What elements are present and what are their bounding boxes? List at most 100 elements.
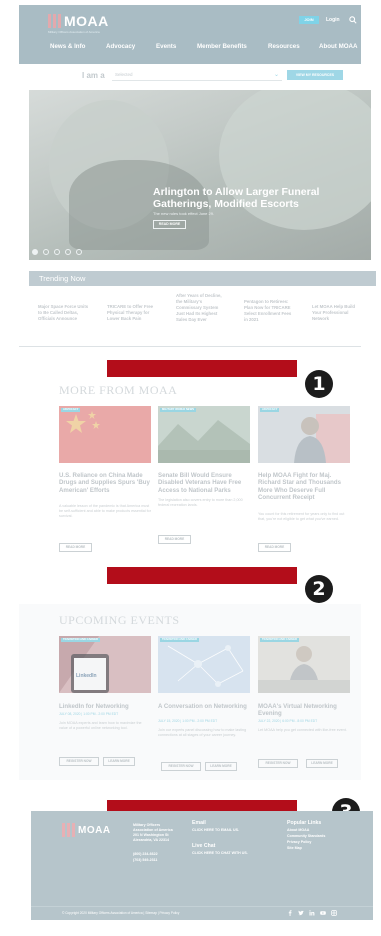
footer-logo-text: MOAA <box>78 824 111 836</box>
carousel-dot[interactable] <box>76 249 82 255</box>
read-more-button[interactable]: READ MORE <box>258 543 291 552</box>
register-now-button[interactable]: REGISTER NOW <box>59 757 99 766</box>
card-description: The legislation also covers entry to mor… <box>158 498 243 507</box>
card-description: A valuable lesson of the pandemic is tha… <box>59 504 151 518</box>
youtube-icon[interactable] <box>320 910 326 916</box>
persona-select-value: Selected <box>115 72 133 77</box>
twitter-icon[interactable] <box>298 910 304 916</box>
soldier-portrait-image[interactable] <box>258 406 350 463</box>
nav-item-events[interactable]: Events <box>156 43 176 50</box>
footer-email-link[interactable]: CLICK HERE TO EMAIL US. <box>192 828 239 833</box>
footer-link-community[interactable]: Community Standards <box>287 834 325 839</box>
main-nav: News & Info Advocacy Events Member Benef… <box>19 43 361 55</box>
carousel-dot[interactable] <box>54 249 60 255</box>
learn-more-button[interactable]: LEARN MORE <box>306 759 338 768</box>
card-description: You count for this retirement for years … <box>258 512 345 521</box>
join-button[interactable]: JOIN <box>299 16 319 24</box>
card-tag: TRANSITION AND CAREER <box>160 638 199 642</box>
linkedin-icon[interactable] <box>309 910 315 916</box>
footer-logo[interactable]: MOAA <box>62 823 111 837</box>
card-description: Join our experts panel discussing how to… <box>158 728 247 737</box>
carousel-dot[interactable] <box>32 249 38 255</box>
annotation-bar <box>107 567 297 584</box>
site-footer: MOAA Military Officers Association of Am… <box>31 811 373 906</box>
nav-item-about[interactable]: About MOAA <box>319 43 358 50</box>
section-divider <box>19 346 361 347</box>
copyright-bar: © Copyright 2020 Military Officers Assoc… <box>31 906 373 920</box>
search-icon[interactable] <box>349 16 357 24</box>
login-link[interactable]: Login <box>326 16 340 24</box>
nav-item-advocacy[interactable]: Advocacy <box>106 43 135 50</box>
network-graphic-image[interactable] <box>158 636 250 693</box>
read-more-button[interactable]: READ MORE <box>158 535 191 544</box>
moaa-logo[interactable]: MOAA Military Officers Association of Am… <box>48 13 109 34</box>
carousel-dot[interactable] <box>43 249 49 255</box>
footer-phone[interactable]: (703) 549-2311 <box>133 858 157 863</box>
persona-select[interactable]: Selected ⌄ <box>112 70 282 81</box>
card-tag: MILITARY WORLD NEWS <box>160 408 197 412</box>
logo-text: MOAA <box>64 13 109 29</box>
logo-subtitle: Military Officers Association of America <box>48 30 100 34</box>
card-description: Let MOAA help you get connected with lik… <box>258 728 347 732</box>
learn-more-button[interactable]: LEARN MORE <box>103 757 135 766</box>
linkedin-logo-text: LinkedIn <box>76 673 97 679</box>
footer-chat-label: Live Chat <box>192 843 216 849</box>
footer-links-title: Popular Links <box>287 820 322 826</box>
nav-item-resources[interactable]: Resources <box>268 43 300 50</box>
card-tag: TRANSITION AND CAREER <box>260 638 299 642</box>
event-date: JULY 15, 2020 | 1:00 PM - 2:00 PM EDT <box>158 719 218 723</box>
footer-link-about[interactable]: About MOAA <box>287 828 309 833</box>
trending-item[interactable]: Major Space Force Units to Be Called Del… <box>38 304 92 322</box>
persona-label: I am a <box>82 71 105 80</box>
hero-read-more-button[interactable]: READ MORE <box>153 220 186 229</box>
card-title[interactable]: LinkedIn for Networking <box>59 703 155 710</box>
annotation-number: 1 <box>305 370 333 398</box>
footer-link-privacy[interactable]: Privacy Policy <box>287 840 311 845</box>
footer-link-sitemap[interactable]: Site Map <box>287 846 302 851</box>
card-title[interactable]: U.S. Reliance on China Made Drugs and Su… <box>59 472 155 494</box>
card-tag: ADVOCACY <box>61 408 81 412</box>
upcoming-events-title: UPCOMING EVENTS <box>59 613 180 627</box>
footer-phone[interactable]: (800) 234-6622 <box>133 852 158 857</box>
register-now-button[interactable]: REGISTER NOW <box>258 759 298 768</box>
footer-email-label: Email <box>192 820 206 826</box>
china-flag-image[interactable] <box>59 406 151 463</box>
instagram-icon[interactable] <box>331 910 337 916</box>
card-tag: ADVOCACY <box>260 408 280 412</box>
hero-carousel[interactable]: Arlington to Allow Larger Funeral Gather… <box>29 90 371 260</box>
read-more-button[interactable]: READ MORE <box>59 543 92 552</box>
facebook-icon[interactable] <box>287 910 293 916</box>
hero-subtitle: The new rules took effect June 29. <box>153 211 215 216</box>
card-title[interactable]: Senate Bill Would Ensure Disabled Vetera… <box>158 472 254 494</box>
card-title[interactable]: Help MOAA Fight for Maj. Richard Star an… <box>258 472 354 501</box>
card-description: Join MOAA experts and learn how to maxim… <box>59 721 142 730</box>
site-header: MOAA Military Officers Association of Am… <box>19 5 361 64</box>
more-from-moaa-title: MORE FROM MOAA <box>59 383 178 397</box>
carousel-dot[interactable] <box>65 249 71 255</box>
footer-address-line: Alexandria, VA 22314 <box>133 838 169 842</box>
trending-header: Trending Now <box>29 271 376 286</box>
card-title[interactable]: MOAA's Virtual Networking Evening <box>258 703 354 718</box>
national-park-image[interactable] <box>158 406 250 463</box>
register-now-button[interactable]: REGISTER NOW <box>161 762 201 771</box>
learn-more-button[interactable]: LEARN MORE <box>205 762 237 771</box>
logo-bars-icon <box>48 14 61 28</box>
nav-item-news[interactable]: News & Info <box>50 43 85 50</box>
trending-item[interactable]: Pentagon to Retirees: Plan Now for TRICA… <box>244 299 292 323</box>
trending-item[interactable]: TRICARE to Offer Free Physical Therapy f… <box>107 304 155 322</box>
card-title[interactable]: A Conversation on Networking <box>158 703 254 710</box>
copyright-text: © Copyright 2020 Military Officers Assoc… <box>62 911 180 915</box>
trending-title: Trending Now <box>39 274 86 283</box>
annotation-bar <box>107 360 297 377</box>
view-resources-button[interactable]: VIEW MY RESOURCES <box>287 70 343 80</box>
annotation-number: 2 <box>305 575 333 603</box>
virtual-meeting-image[interactable] <box>258 636 350 693</box>
trending-item[interactable]: After Years of Decline, the Military's C… <box>176 293 222 323</box>
chevron-down-icon: ⌄ <box>273 72 279 78</box>
hero-title[interactable]: Arlington to Allow Larger Funeral Gather… <box>153 186 333 210</box>
persona-bar: I am a Selected ⌄ VIEW MY RESOURCES <box>19 64 361 87</box>
trending-item[interactable]: Let MOAA Help Build Your Professional Ne… <box>312 304 356 322</box>
linkedin-phone-image[interactable] <box>59 636 151 693</box>
nav-item-member-benefits[interactable]: Member Benefits <box>197 43 247 50</box>
footer-chat-link[interactable]: CLICK HERE TO CHAT WITH US. <box>192 851 248 856</box>
